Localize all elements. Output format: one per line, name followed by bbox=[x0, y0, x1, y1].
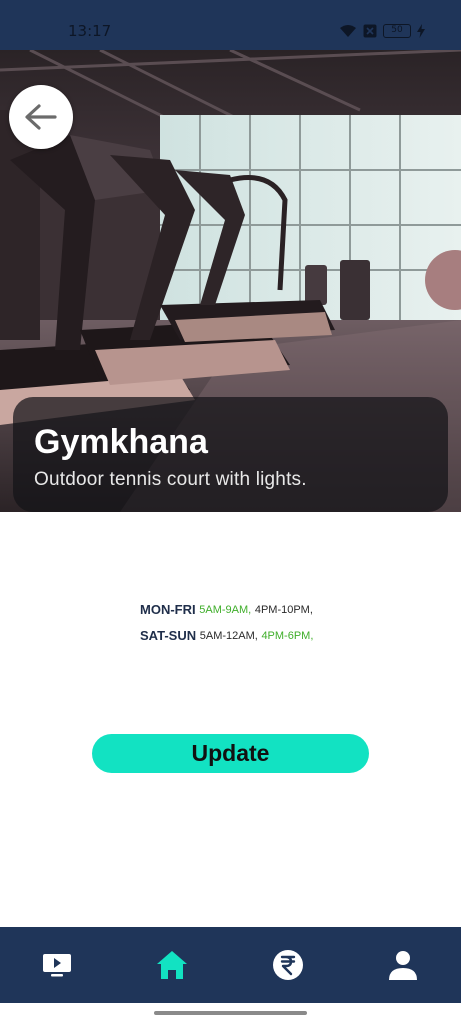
nav-item-home[interactable] bbox=[154, 947, 190, 983]
schedule-row-weekdays: MON-FRI 5AM-9AM, 4PM-10PM, bbox=[140, 602, 313, 628]
arrow-left-icon bbox=[25, 104, 57, 130]
nav-item-profile[interactable] bbox=[385, 947, 421, 983]
nav-item-media[interactable] bbox=[39, 947, 75, 983]
nav-item-payments[interactable] bbox=[270, 947, 306, 983]
gesture-handle[interactable] bbox=[154, 1011, 307, 1015]
status-time: 13:17 bbox=[68, 22, 112, 40]
back-button[interactable] bbox=[9, 85, 73, 149]
notification-icon bbox=[363, 24, 377, 38]
wifi-icon bbox=[340, 25, 356, 37]
battery-level: 50 bbox=[391, 25, 403, 35]
bottom-nav bbox=[0, 927, 461, 1003]
venue-info-card: Gymkhana Outdoor tennis court with light… bbox=[13, 397, 448, 512]
venue-subtitle: Outdoor tennis court with lights. bbox=[34, 469, 307, 490]
schedule: MON-FRI 5AM-9AM, 4PM-10PM, SAT-SUN 5AM-1… bbox=[140, 602, 313, 654]
schedule-day: SAT-SUN bbox=[140, 628, 197, 643]
schedule-slot[interactable]: 4PM-10PM, bbox=[255, 604, 313, 616]
status-icons: 50 bbox=[339, 22, 425, 40]
battery-icon: 50 bbox=[383, 24, 411, 38]
schedule-row-weekend: SAT-SUN 5AM-12AM, 4PM-6PM, bbox=[140, 628, 313, 654]
gesture-area bbox=[0, 1003, 461, 1024]
profile-icon bbox=[389, 951, 417, 980]
schedule-slot-available[interactable]: 4PM-6PM, bbox=[261, 630, 313, 642]
rupee-icon bbox=[273, 950, 303, 980]
home-icon bbox=[157, 951, 187, 979]
tv-play-icon bbox=[43, 954, 71, 977]
update-button[interactable]: Update bbox=[92, 734, 369, 773]
schedule-slot[interactable]: 5AM-12AM, bbox=[200, 630, 258, 642]
venue-title: Gymkhana bbox=[34, 423, 208, 461]
charging-icon bbox=[417, 24, 425, 38]
status-bar: 13:17 50 bbox=[0, 0, 461, 50]
schedule-day: MON-FRI bbox=[140, 602, 196, 617]
schedule-slot-available[interactable]: 5AM-9AM, bbox=[199, 604, 251, 616]
